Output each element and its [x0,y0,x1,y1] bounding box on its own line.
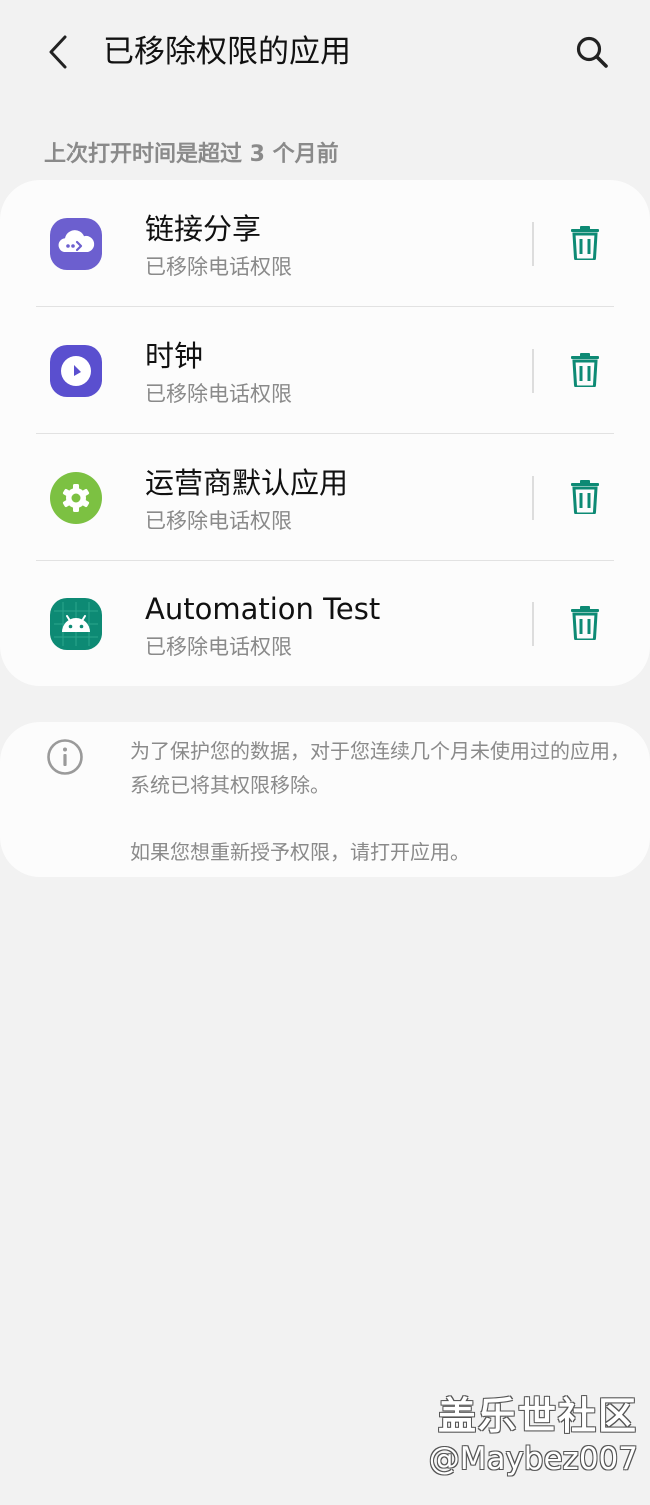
trash-icon [571,480,599,514]
app-row-automation-test[interactable]: Automation Test 已移除电话权限 [0,560,650,686]
info-hint: 如果您想重新授予权限，请打开应用。 [130,840,470,864]
watermark-user: @Maybez007 [428,1441,638,1477]
trash-icon [571,606,599,640]
vertical-divider [532,222,534,266]
app-permission-status: 已移除电话权限 [145,635,292,659]
trash-icon [571,353,599,387]
clock-icon [50,345,102,397]
gear-icon [50,472,102,524]
app-row-carrier-default-app[interactable]: 运营商默认应用 已移除电话权限 [0,434,650,560]
vertical-divider [532,349,534,393]
app-name: Automation Test [145,592,381,626]
watermark-title: 盖乐世社区 [437,1394,638,1438]
uninstall-button[interactable] [563,220,607,266]
section-header: 上次打开时间是超过 3 个月前 [44,142,339,167]
app-name: 时钟 [145,339,204,373]
back-button[interactable] [36,30,80,74]
app-name: 运营商默认应用 [145,466,349,500]
app-name: 链接分享 [145,212,262,246]
info-text: 为了保护您的数据，对于您连续几个月未使用过的应用，系统已将其权限移除。 [130,739,630,797]
chevron-left-icon [49,35,67,69]
vertical-divider [532,476,534,520]
app-permission-status: 已移除电话权限 [145,382,292,406]
uninstall-button[interactable] [563,600,607,646]
app-bar: 已移除权限的应用 [0,0,650,104]
search-icon [576,36,608,68]
watermark: 盖乐世社区 @Maybez007 [429,1393,638,1479]
app-list: 链接分享 已移除电话权限 时钟 已移除电话权限 运营商默认应用 已移除电话权限 … [0,180,650,686]
vertical-divider [532,602,534,646]
app-permission-status: 已移除电话权限 [145,255,292,279]
search-button[interactable] [570,30,614,74]
cloud-share-icon [50,218,102,270]
app-row-clock[interactable]: 时钟 已移除电话权限 [0,307,650,433]
app-row-link-share[interactable]: 链接分享 已移除电话权限 [0,180,650,306]
uninstall-button[interactable] [563,347,607,393]
trash-icon [571,226,599,260]
uninstall-button[interactable] [563,474,607,520]
app-permission-status: 已移除电话权限 [145,509,292,533]
info-icon [47,739,83,775]
info-card: 为了保护您的数据，对于您连续几个月未使用过的应用，系统已将其权限移除。 如果您想… [0,722,650,877]
page-title: 已移除权限的应用 [103,34,351,70]
android-icon [50,598,102,650]
